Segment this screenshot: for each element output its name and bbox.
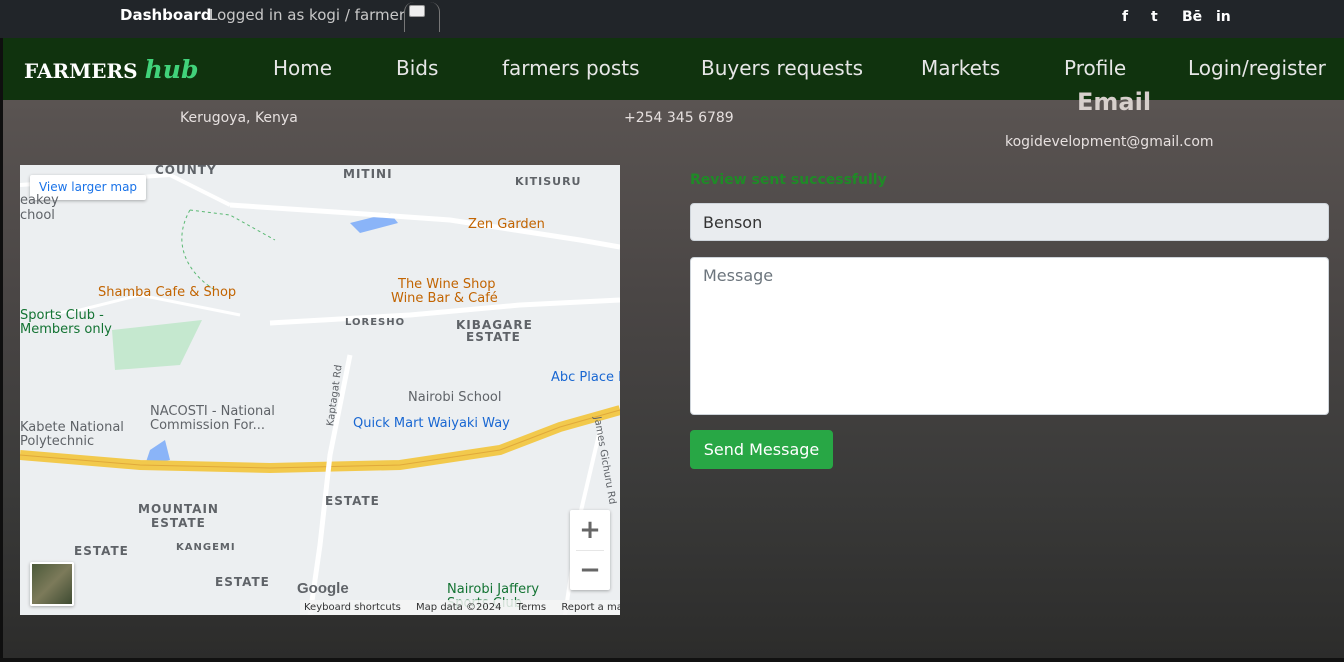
map-label: Wine Bar & Café — [391, 291, 498, 306]
map-label: Sports Club - — [20, 308, 104, 323]
zoom-in-icon[interactable]: + — [570, 510, 610, 550]
map-label: Commission For... — [150, 418, 265, 433]
brand-logo[interactable]: FARMERS hub — [24, 55, 198, 84]
map-label: ESTATE — [74, 544, 129, 558]
message-field[interactable] — [690, 257, 1329, 415]
brand-main: FARMERS — [24, 59, 138, 83]
map-label: Shamba Cafe & Shop — [98, 285, 237, 300]
map-label: LORESHO — [345, 317, 406, 328]
map-label: Kabete National — [20, 420, 124, 435]
success-message: Review sent successfully — [690, 172, 887, 188]
linkedin-icon[interactable]: in — [1216, 9, 1231, 25]
facebook-icon[interactable]: f — [1122, 9, 1128, 25]
map-label: NACOSTI - National — [150, 404, 275, 419]
map-attribution: Keyboard shortcuts Map data ©2024 Terms … — [300, 600, 620, 615]
map-label: Members only — [20, 322, 112, 337]
nav-farmers-posts[interactable]: farmers posts — [502, 56, 640, 80]
nav-bids[interactable]: Bids — [396, 56, 438, 80]
map-label: ESTATE — [466, 330, 521, 344]
nav-home[interactable]: Home — [273, 56, 332, 80]
map-label: Polytechnic — [20, 434, 95, 449]
map-label: ESTATE — [325, 494, 380, 508]
phone-text: +254 345 6789 — [624, 110, 734, 126]
map-label: KITISURU — [515, 175, 582, 188]
map-label: Nairobi School — [408, 390, 502, 405]
map-label: Zen Garden — [468, 217, 545, 232]
road-a — [229, 202, 620, 250]
brand-accent: hub — [144, 55, 199, 84]
behance-icon[interactable]: Bē — [1182, 9, 1202, 25]
map-label: The Wine Shop — [398, 277, 496, 292]
twitter-icon[interactable]: t — [1151, 9, 1158, 25]
map-label: ESTATE — [151, 516, 206, 530]
map-label: Quick Mart Waiyaki Way — [353, 416, 510, 431]
email-text[interactable]: kogidevelopment@gmail.com — [1005, 134, 1214, 150]
address-text: Kerugoya, Kenya — [180, 110, 298, 126]
map-label: MOUNTAIN — [138, 502, 219, 516]
google-logo: Google — [297, 580, 349, 597]
map-label: COUNTY — [155, 165, 217, 177]
send-message-button[interactable]: Send Message — [690, 430, 833, 469]
map-label: KANGEMI — [176, 542, 236, 553]
map-label: ESTATE — [215, 575, 270, 589]
terms-link[interactable]: Terms — [517, 602, 546, 613]
nav-markets[interactable]: Markets — [921, 56, 1000, 80]
avatar[interactable] — [404, 2, 440, 32]
report-map-error-link[interactable]: Report a map error — [561, 602, 620, 613]
map-zoom-controls: + − — [570, 510, 610, 590]
map-label: eakey — [20, 193, 59, 208]
nav-login-register[interactable]: Login/register — [1188, 56, 1326, 80]
map-label: Abc Place M — [551, 370, 620, 385]
dashboard-link[interactable]: Dashboard — [120, 6, 211, 24]
map-data-text: Map data ©2024 — [416, 602, 502, 613]
map-label: chool — [20, 208, 55, 223]
park-area — [112, 320, 202, 370]
page-edge-bottom — [0, 658, 1344, 662]
nav-buyers-requests[interactable]: Buyers requests — [701, 56, 863, 80]
map-label: MITINI — [343, 167, 393, 181]
name-field[interactable] — [690, 203, 1329, 241]
nav-profile[interactable]: Profile — [1064, 56, 1126, 80]
map-label: Nairobi Jaffery — [447, 582, 540, 597]
trail — [181, 209, 216, 291]
logged-in-status: Logged in as kogi / farmer — [209, 6, 406, 24]
email-heading: Email — [1077, 88, 1152, 116]
google-map[interactable]: View larger map COUNTY MITINI KITISURU e… — [20, 165, 620, 615]
keyboard-shortcuts-link[interactable]: Keyboard shortcuts — [304, 602, 401, 613]
top-bar: Dashboard Logged in as kogi / farmer f t… — [0, 0, 1344, 38]
satellite-layer-toggle[interactable] — [30, 562, 74, 606]
zoom-out-icon[interactable]: − — [570, 550, 610, 590]
